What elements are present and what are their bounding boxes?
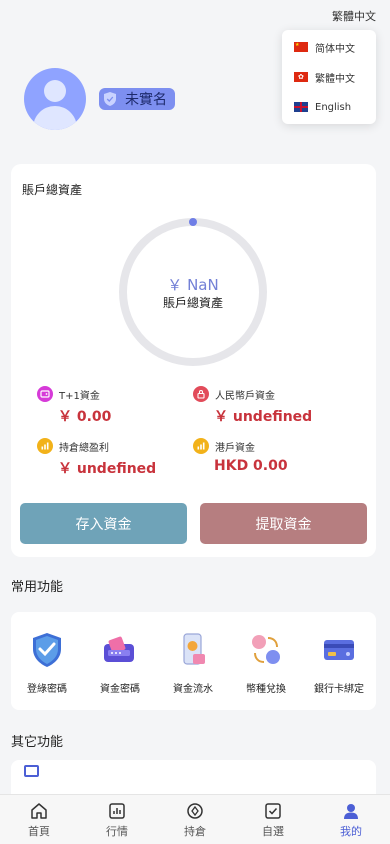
user-icon — [344, 804, 358, 819]
shield-check-icon — [33, 633, 61, 667]
verification-badge[interactable]: 未實名 — [99, 88, 175, 110]
watchlist-check-icon — [265, 803, 281, 819]
tab-watchlist[interactable]: 自選 — [234, 795, 312, 844]
avatar[interactable] — [24, 68, 86, 130]
market-chart-icon — [109, 803, 125, 819]
stat-rmb-account: 人民幣戶資金 ￥ undefined — [193, 386, 312, 426]
function-currency-exchange[interactable]: 幣種兌換 — [231, 630, 301, 695]
function-login-password[interactable]: 登綠密碼 — [12, 630, 82, 695]
function-bank-card-binding[interactable]: 銀行卡綁定 — [304, 630, 374, 695]
stat-value: ￥ 0.00 — [58, 409, 112, 425]
tab-market[interactable]: 行情 — [78, 795, 156, 844]
phone-money-icon — [183, 633, 205, 665]
function-label: 幣種兌換 — [246, 684, 286, 695]
common-functions-title: 常用功能 — [11, 580, 64, 595]
home-icon — [31, 803, 47, 819]
uk-flag-icon — [294, 102, 308, 112]
position-icon — [187, 803, 203, 819]
tab-label: 我的 — [340, 825, 362, 838]
common-functions-card: 登綠密碼 資金密碼 資金流水 幣種兌換 銀行卡綁定 — [11, 612, 376, 710]
other-functions-title: 其它功能 — [11, 735, 64, 750]
currency-exchange-icon — [252, 635, 280, 664]
total-asset-label: 賬戶總資產 — [162, 296, 223, 310]
tab-mine[interactable]: 我的 — [312, 795, 390, 844]
hk-account-icon — [193, 438, 209, 454]
hk-flag-icon — [294, 72, 308, 82]
language-option-english[interactable]: English — [282, 92, 376, 122]
stat-value: ￥ undefined — [58, 461, 157, 477]
language-dropdown: 简体中文 繁體中文 English — [282, 30, 376, 124]
stat-hk-account: 港戶資金 HKD 0.00 — [193, 438, 288, 474]
tab-label: 自選 — [262, 825, 284, 838]
bank-card-icon — [324, 640, 354, 660]
stat-label: T+1資金 — [59, 390, 100, 402]
language-option-simplified-chinese[interactable]: 简体中文 — [282, 32, 376, 62]
tab-label: 首頁 — [28, 825, 50, 838]
wallet-icon — [37, 386, 53, 402]
ring-progress-marker — [189, 218, 197, 226]
verification-status: 未實名 — [125, 92, 167, 108]
stat-position-profit: 持倉總盈利 ￥ undefined — [37, 438, 156, 478]
avatar-head-shape — [44, 80, 66, 102]
profile-header: 未實名 — [24, 68, 175, 130]
card-reader-icon — [104, 636, 134, 662]
function-label: 資金流水 — [173, 684, 213, 695]
cn-flag-icon — [294, 42, 308, 52]
stat-label: 持倉總盈利 — [59, 442, 109, 454]
function-fund-password[interactable]: 資金密碼 — [85, 630, 155, 695]
function-fund-flow[interactable]: 資金流水 — [158, 630, 228, 695]
tab-label: 行情 — [106, 825, 128, 838]
stat-t1-funds: T+1資金 ￥ 0.00 — [37, 386, 111, 426]
stat-label: 人民幣戶資金 — [215, 390, 275, 402]
document-icon[interactable] — [24, 765, 39, 777]
avatar-body-shape — [33, 106, 77, 130]
language-option-label: English — [315, 101, 352, 113]
stat-label: 港戶資金 — [215, 442, 255, 454]
stat-value: HKD 0.00 — [214, 458, 288, 474]
tab-home[interactable]: 首頁 — [0, 795, 78, 844]
language-option-label: 简体中文 — [315, 43, 355, 55]
total-asset-value: ￥ NaN — [167, 276, 219, 294]
function-label: 銀行卡綁定 — [314, 684, 364, 695]
tab-label: 持倉 — [184, 825, 206, 838]
asset-card: 賬戶總資產 ￥ NaN 賬戶總資產 T+1資金 ￥ 0.00 人民幣戶資金 ￥ … — [11, 164, 376, 557]
asset-card-title: 賬戶總資產 — [22, 183, 83, 197]
deposit-button[interactable]: 存入資金 — [20, 503, 187, 544]
stat-value: ￥ undefined — [214, 409, 313, 425]
lock-icon — [193, 386, 209, 402]
withdraw-button[interactable]: 提取資金 — [200, 503, 367, 544]
tab-positions[interactable]: 持倉 — [156, 795, 234, 844]
function-label: 資金密碼 — [100, 684, 140, 695]
bottom-tab-bar: 首頁 行情 持倉 自選 我的 — [0, 794, 390, 844]
shield-icon — [104, 92, 116, 106]
language-option-traditional-chinese[interactable]: 繁體中文 — [282, 62, 376, 92]
language-selector[interactable]: 繁體中文 — [332, 8, 376, 24]
language-option-label: 繁體中文 — [315, 73, 355, 85]
profit-chart-icon — [37, 438, 53, 454]
function-label: 登綠密碼 — [27, 684, 67, 695]
